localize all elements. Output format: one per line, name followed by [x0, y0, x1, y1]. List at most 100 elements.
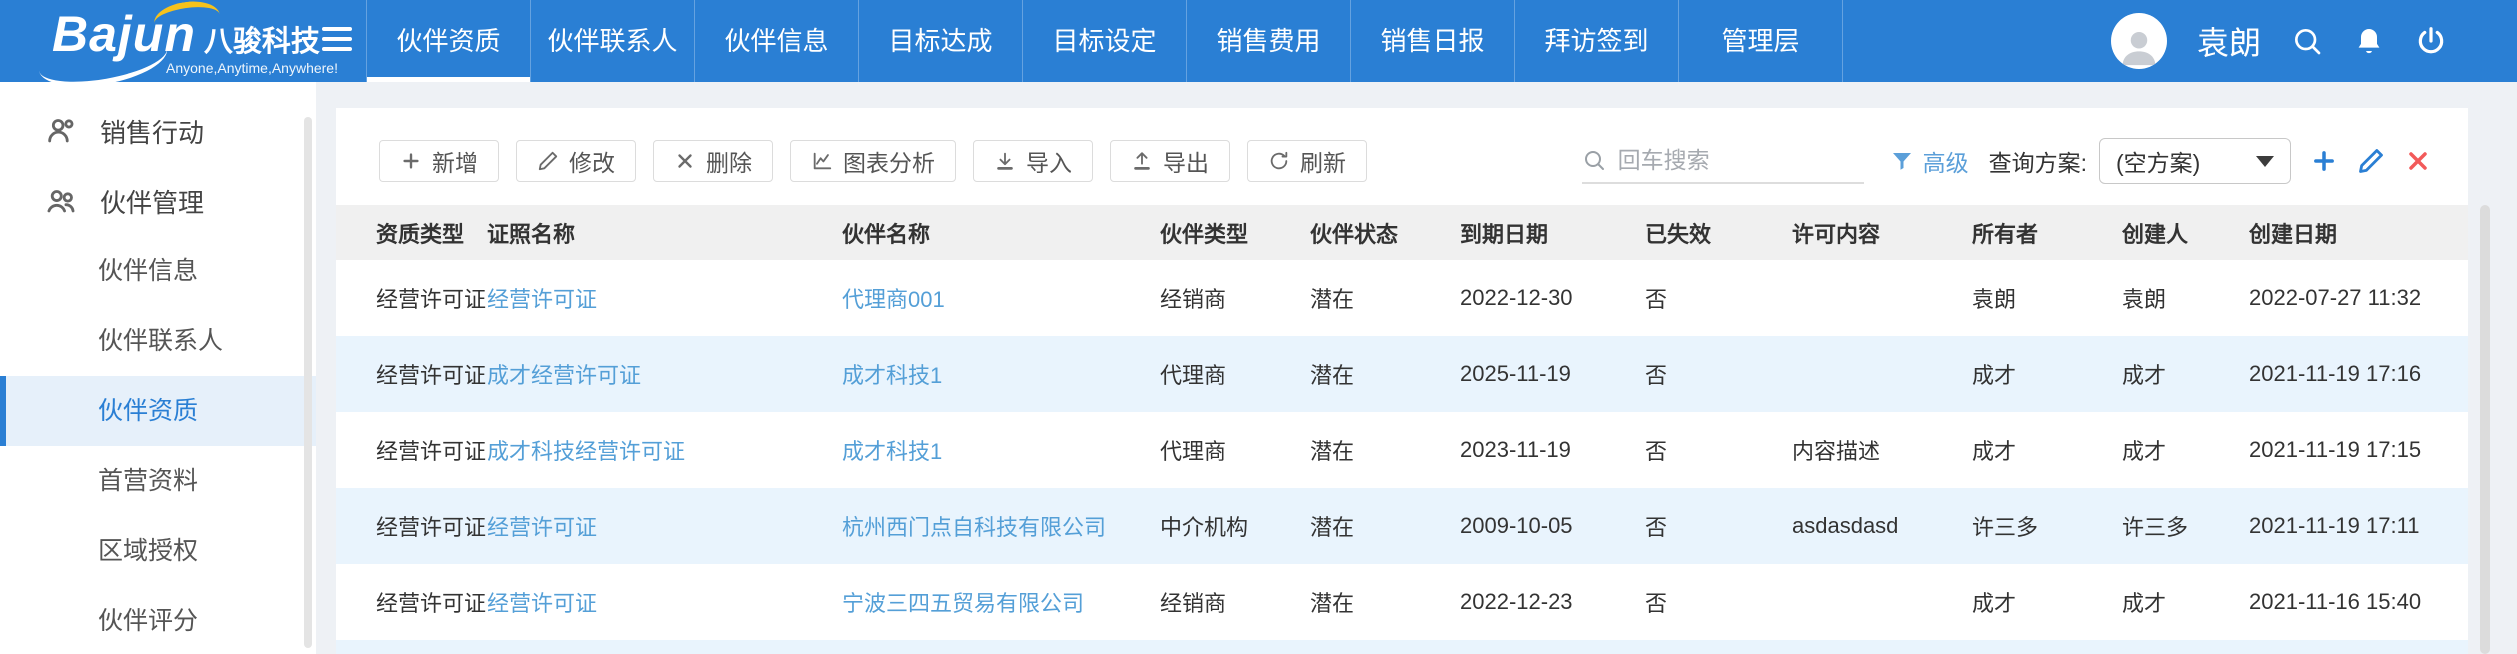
cell: 2025-11-19	[1459, 336, 1644, 412]
add-plan-button[interactable]	[2310, 147, 2338, 175]
table-row-0[interactable]: 经营许可证经营许可证代理商001经销商潜在2022-12-30否袁朗袁朗2022…	[336, 260, 2468, 336]
column-header-9[interactable]: 创建人	[2121, 205, 2248, 260]
sidebar-item-5[interactable]: 首营资料	[0, 446, 316, 516]
toolbar-button-label: 导入	[1026, 144, 1072, 178]
toolbar-button-2[interactable]: 删除	[653, 140, 773, 182]
cell: 2023-11-19	[1459, 412, 1644, 488]
nav-tab-6[interactable]: 销售日报	[1351, 0, 1515, 82]
cell: 2021-11-19 17:11	[2248, 488, 2468, 564]
nav-right-controls: 袁朗	[2111, 0, 2447, 82]
column-header-4[interactable]: 伙伴状态	[1309, 205, 1459, 260]
toolbar-button-0[interactable]: 新增	[379, 140, 499, 182]
column-header-1[interactable]: 证照名称	[486, 205, 841, 260]
cell: 成才	[1971, 412, 2121, 488]
search-icon[interactable]	[2291, 25, 2323, 57]
cell: 2022-12-23	[1459, 564, 1644, 640]
cell-link[interactable]: 代理商001	[841, 260, 1159, 336]
nav-tab-2[interactable]: 伙伴信息	[695, 0, 859, 82]
column-header-10[interactable]: 创建日期	[2248, 205, 2468, 260]
sidebar-item-7[interactable]: 伙伴评分	[0, 586, 316, 654]
toolbar-button-label: 删除	[706, 144, 752, 178]
cell-link[interactable]: 经营许可证	[486, 488, 841, 564]
cell-link[interactable]: 成才经营许可证	[486, 336, 841, 412]
table-row-4[interactable]: 经营许可证经营许可证宁波三四五贸易有限公司经销商潜在2022-12-23否成才成…	[336, 564, 2468, 640]
column-header-2[interactable]: 伙伴名称	[841, 205, 1159, 260]
cell: 许三多	[2121, 488, 2248, 564]
advanced-label: 高级	[1923, 144, 1969, 178]
chart-icon	[811, 150, 833, 172]
cell-link[interactable]: 成才科技经营许可证	[486, 412, 841, 488]
toolbar-button-1[interactable]: 修改	[516, 140, 636, 182]
cell-link[interactable]: 经营许可证	[486, 564, 841, 640]
top-navbar: Bajun 八骏科技 Anyone,Anytime,Anywhere! 伙伴资质…	[0, 0, 2517, 82]
cell	[1791, 260, 1971, 336]
cell: 经销商	[1159, 260, 1309, 336]
cell: 成才	[1971, 564, 2121, 640]
toolbar-button-4[interactable]: 导入	[973, 140, 1093, 182]
nav-tab-5[interactable]: 销售费用	[1187, 0, 1351, 82]
cell: 成才	[2121, 412, 2248, 488]
column-header-6[interactable]: 已失效	[1644, 205, 1791, 260]
nav-tab-0[interactable]: 伙伴资质	[366, 0, 531, 82]
cell: 成才	[1971, 336, 2121, 412]
edit-plan-button[interactable]	[2357, 147, 2385, 175]
toolbar-button-5[interactable]: 导出	[1110, 140, 1230, 182]
nav-tab-7[interactable]: 拜访签到	[1515, 0, 1679, 82]
table-header-row: 资质类型证照名称伙伴名称伙伴类型伙伴状态到期日期已失效许可内容所有者创建人创建日…	[336, 205, 2468, 260]
cell-link[interactable]: 成才科技1	[841, 412, 1159, 488]
sidebar-scrollbar[interactable]	[304, 117, 312, 648]
content-card: 新增修改删除图表分析导入导出刷新 高级 查询方案: (空方案)	[336, 108, 2468, 654]
export-icon	[1131, 150, 1153, 172]
cell: 成才	[2121, 336, 2248, 412]
table-scrollbar[interactable]	[2480, 205, 2490, 654]
nav-tab-1[interactable]: 伙伴联系人	[531, 0, 695, 82]
nav-tab-8[interactable]: 管理层	[1679, 0, 1843, 82]
toolbar-button-3[interactable]: 图表分析	[790, 140, 956, 182]
sidebar-group-0[interactable]: 销售行动	[0, 96, 316, 166]
sidebar-item-4[interactable]: 伙伴资质	[0, 376, 316, 446]
column-header-3[interactable]: 伙伴类型	[1159, 205, 1309, 260]
partial-next-row	[336, 640, 2468, 654]
chevron-down-icon	[2256, 156, 2274, 167]
cell: 中介机构	[1159, 488, 1309, 564]
data-table: 资质类型证照名称伙伴名称伙伴类型伙伴状态到期日期已失效许可内容所有者创建人创建日…	[336, 205, 2468, 640]
sidebar-group-1[interactable]: 伙伴管理	[0, 166, 316, 236]
column-header-0[interactable]: 资质类型	[336, 205, 486, 260]
column-header-8[interactable]: 所有者	[1971, 205, 2121, 260]
table-row-3[interactable]: 经营许可证经营许可证杭州西门点自科技有限公司中介机构潜在2009-10-05否a…	[336, 488, 2468, 564]
column-header-5[interactable]: 到期日期	[1459, 205, 1644, 260]
nav-tab-4[interactable]: 目标设定	[1023, 0, 1187, 82]
notification-bell-icon[interactable]	[2353, 25, 2385, 57]
sidebar-item-2[interactable]: 伙伴信息	[0, 236, 316, 306]
cell: 袁朗	[2121, 260, 2248, 336]
import-icon	[994, 150, 1016, 172]
delete-plan-button[interactable]	[2404, 147, 2432, 175]
cell-link[interactable]: 成才科技1	[841, 336, 1159, 412]
partner-management-icon	[44, 184, 78, 218]
advanced-filter[interactable]: 高级	[1890, 144, 1969, 178]
cell: 2021-11-19 17:16	[2248, 336, 2468, 412]
user-name[interactable]: 袁朗	[2197, 18, 2261, 64]
cell-link[interactable]: 宁波三四五贸易有限公司	[841, 564, 1159, 640]
search-box	[1582, 138, 1864, 184]
cell: 2022-12-30	[1459, 260, 1644, 336]
query-plan-select[interactable]: (空方案)	[2099, 138, 2291, 184]
nav-tab-3[interactable]: 目标达成	[859, 0, 1023, 82]
search-input[interactable]	[1616, 146, 1854, 175]
table-row-1[interactable]: 经营许可证成才经营许可证成才科技1代理商潜在2025-11-19否成才成才202…	[336, 336, 2468, 412]
cell: 潜在	[1309, 488, 1459, 564]
sidebar-item-3[interactable]: 伙伴联系人	[0, 306, 316, 376]
cell-link[interactable]: 杭州西门点自科技有限公司	[841, 488, 1159, 564]
sidebar: 销售行动伙伴管理伙伴信息伙伴联系人伙伴资质首营资料区域授权伙伴评分	[0, 82, 316, 654]
sidebar-item-6[interactable]: 区域授权	[0, 516, 316, 586]
column-header-7[interactable]: 许可内容	[1791, 205, 1971, 260]
user-avatar[interactable]	[2111, 13, 2167, 69]
query-plan-value: (空方案)	[2116, 144, 2200, 178]
toolbar-button-6[interactable]: 刷新	[1247, 140, 1367, 182]
sidebar-menu: 销售行动伙伴管理伙伴信息伙伴联系人伙伴资质首营资料区域授权伙伴评分	[0, 82, 316, 654]
table-row-2[interactable]: 经营许可证成才科技经营许可证成才科技1代理商潜在2023-11-19否内容描述成…	[336, 412, 2468, 488]
cell-link[interactable]: 经营许可证	[486, 260, 841, 336]
logout-power-icon[interactable]	[2415, 25, 2447, 57]
toolbar-button-label: 修改	[569, 144, 615, 178]
cell: 成才	[2121, 564, 2248, 640]
